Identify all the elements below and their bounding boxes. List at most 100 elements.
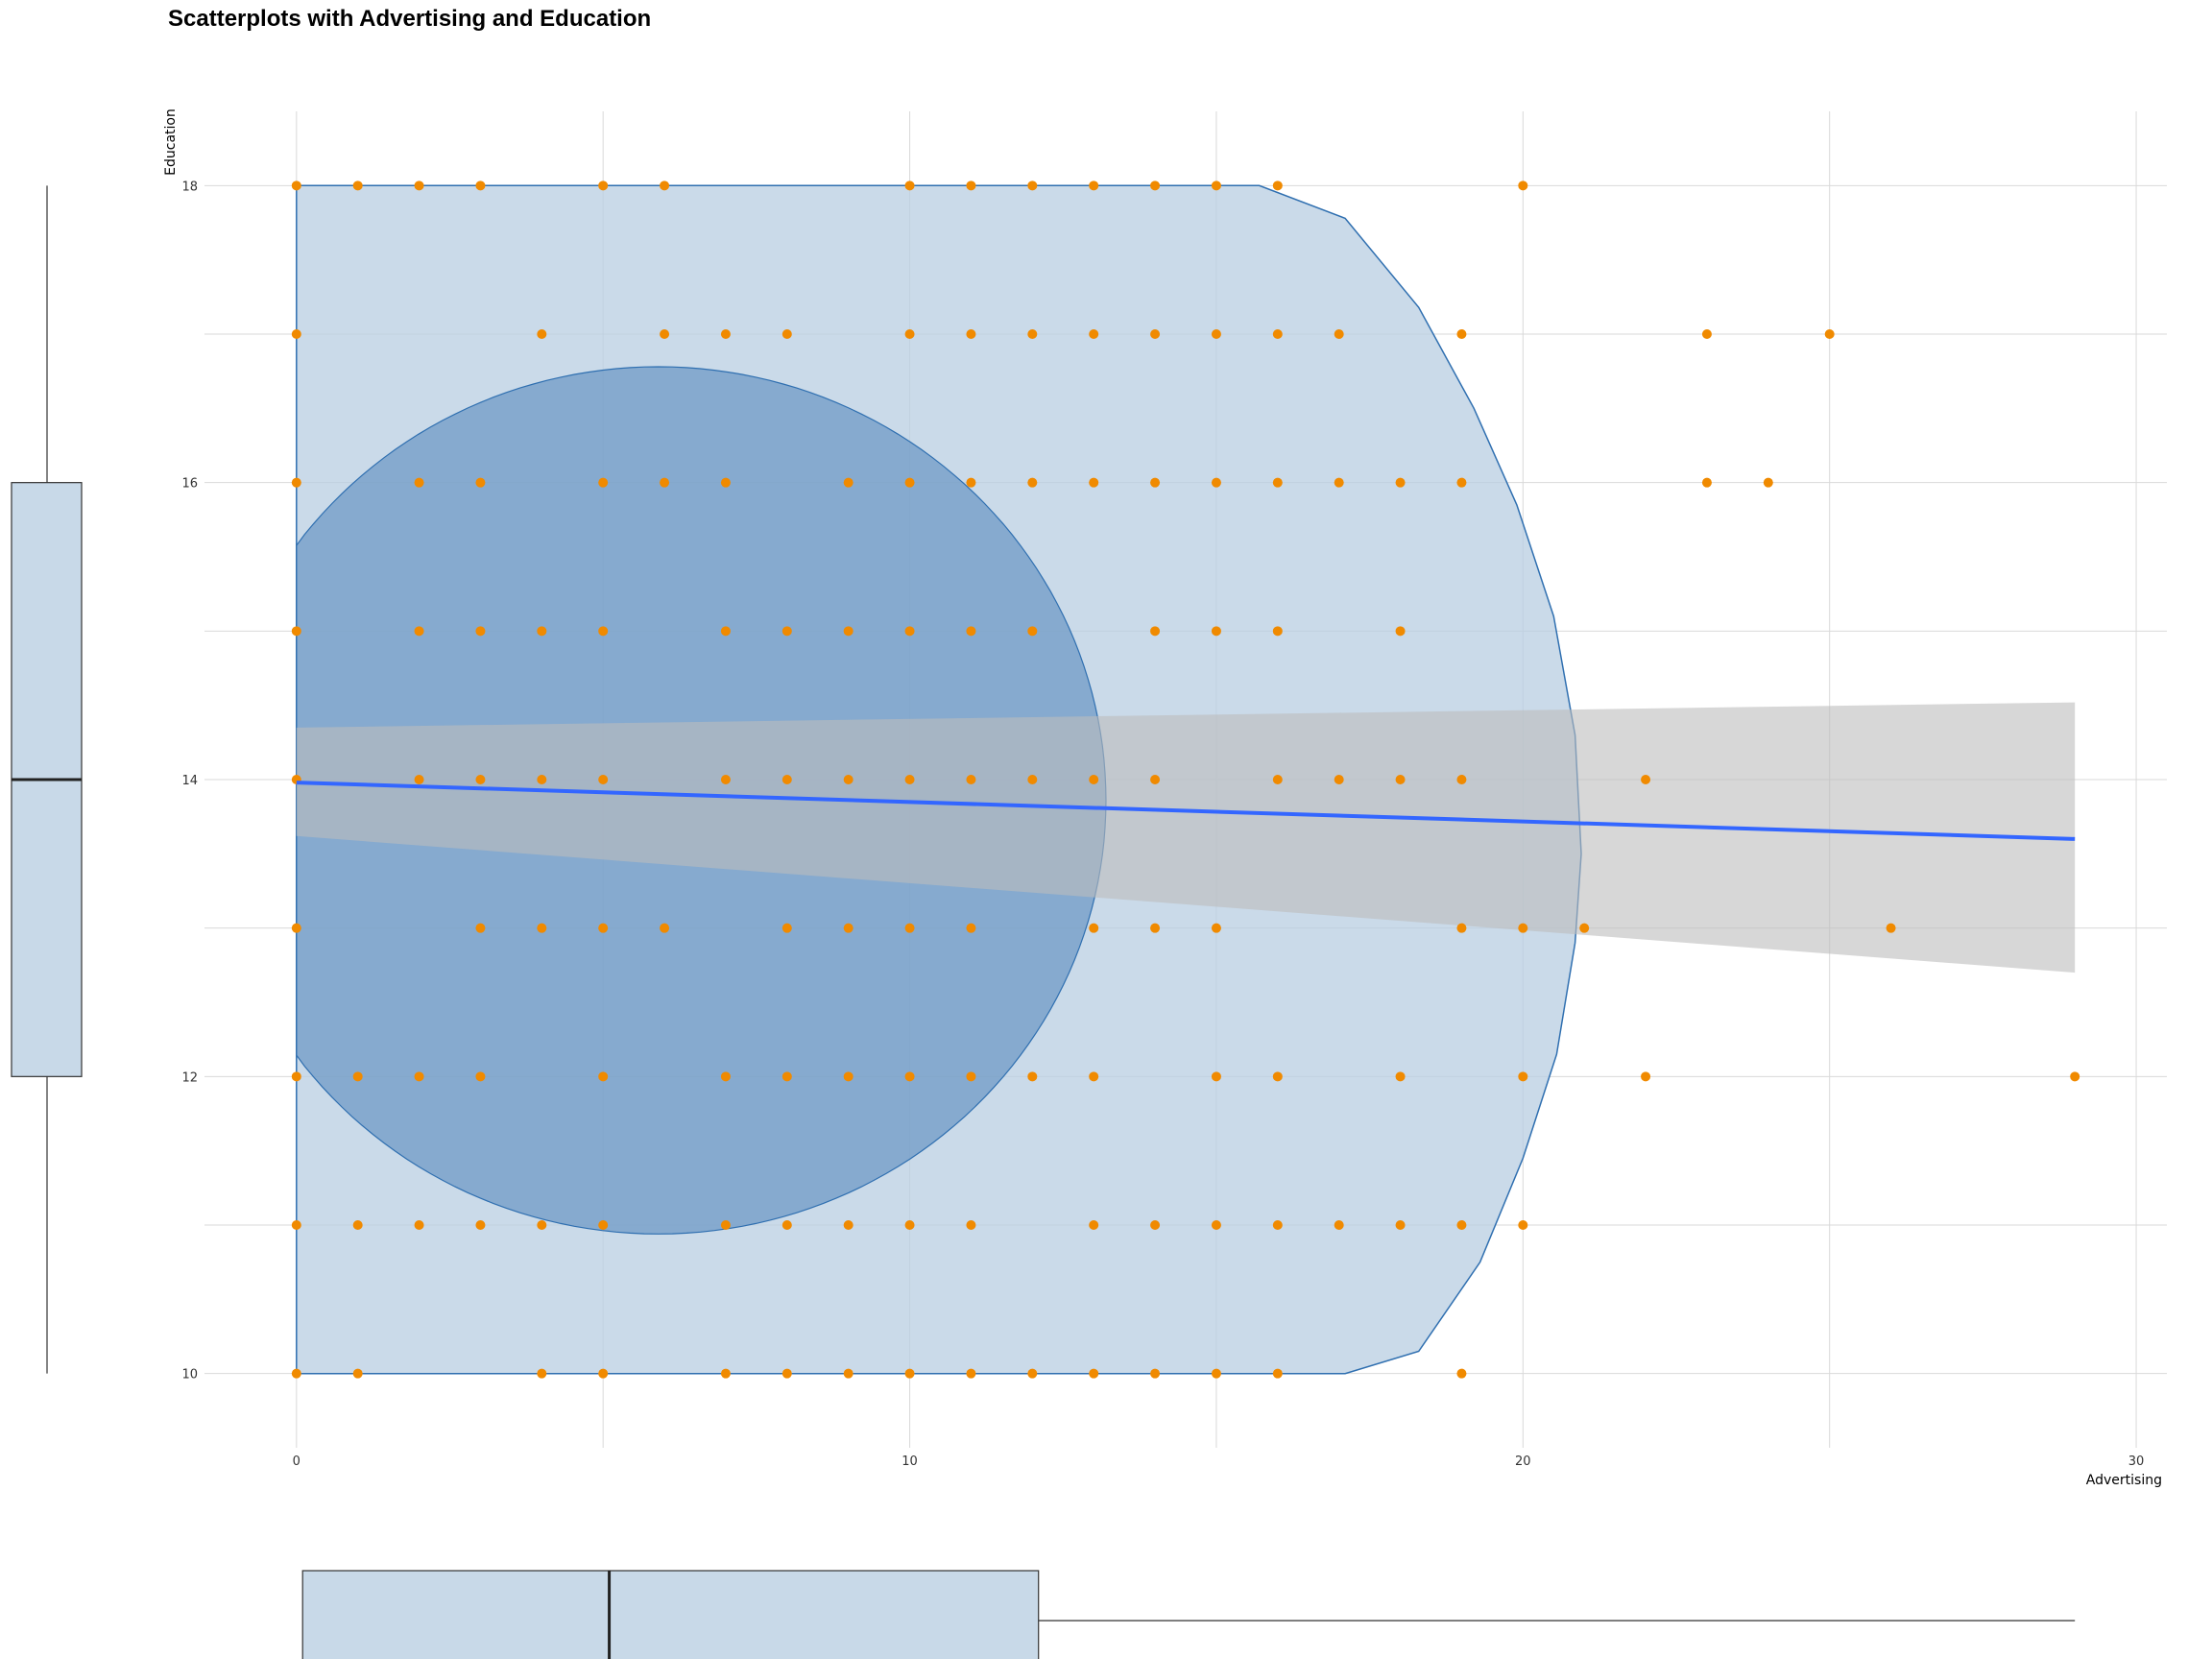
data-point xyxy=(1518,1220,1528,1230)
data-point xyxy=(660,329,670,339)
data-point xyxy=(537,923,547,933)
data-point xyxy=(781,1368,792,1379)
data-point xyxy=(414,477,424,488)
data-point xyxy=(843,1071,854,1082)
data-point xyxy=(1027,477,1038,488)
data-point xyxy=(843,775,854,784)
data-point xyxy=(1150,923,1161,933)
data-point xyxy=(966,329,976,339)
data-point xyxy=(843,1368,854,1379)
data-point xyxy=(1395,626,1406,637)
data-point xyxy=(475,775,486,784)
data-point xyxy=(414,1220,424,1230)
data-point xyxy=(291,923,301,933)
data-point xyxy=(843,1220,854,1230)
data-point xyxy=(1518,1071,1528,1082)
data-point xyxy=(1395,1071,1406,1082)
data-point xyxy=(475,180,486,191)
data-point xyxy=(1027,775,1038,784)
data-point xyxy=(291,1071,301,1082)
data-point xyxy=(414,180,424,191)
data-point xyxy=(660,180,670,191)
data-point xyxy=(904,1220,915,1230)
data-point xyxy=(1211,1368,1221,1379)
data-point xyxy=(1456,329,1467,339)
data-point xyxy=(475,626,486,637)
data-point xyxy=(1763,477,1773,488)
data-point xyxy=(291,477,301,488)
x-axis-title: Advertising xyxy=(2086,1473,2162,1488)
data-point xyxy=(904,775,915,784)
data-point xyxy=(475,1071,486,1082)
data-point xyxy=(1089,1220,1099,1230)
data-point xyxy=(291,1368,301,1379)
data-point xyxy=(1211,1220,1221,1230)
data-point xyxy=(1272,1220,1283,1230)
data-point xyxy=(660,923,670,933)
data-point xyxy=(660,477,670,488)
data-point xyxy=(291,329,301,339)
data-point xyxy=(843,477,854,488)
data-point xyxy=(1272,626,1283,637)
data-point xyxy=(781,775,792,784)
data-point xyxy=(966,626,976,637)
data-point xyxy=(966,1071,976,1082)
data-point xyxy=(1579,923,1590,933)
data-point xyxy=(1272,775,1283,784)
data-point xyxy=(904,1071,915,1082)
data-point xyxy=(904,1368,915,1379)
data-point xyxy=(352,1368,363,1379)
data-point xyxy=(598,1220,609,1230)
data-point xyxy=(414,1071,424,1082)
data-point xyxy=(966,775,976,784)
data-point xyxy=(1027,1071,1038,1082)
data-point xyxy=(720,329,731,339)
data-point xyxy=(781,1071,792,1082)
data-point xyxy=(291,626,301,637)
x-tick-label: 20 xyxy=(1515,1455,1531,1469)
x-tick-label: 10 xyxy=(902,1455,918,1469)
data-point xyxy=(475,923,486,933)
data-point xyxy=(598,477,609,488)
data-point xyxy=(1089,329,1099,339)
data-point xyxy=(598,180,609,191)
data-point xyxy=(1272,329,1283,339)
data-point xyxy=(1272,1368,1283,1379)
data-point xyxy=(1089,923,1099,933)
data-point xyxy=(1886,923,1896,933)
y-tick-label: 16 xyxy=(181,477,198,492)
data-point xyxy=(1150,477,1161,488)
data-point xyxy=(1089,1368,1099,1379)
data-point xyxy=(598,1071,609,1082)
data-point xyxy=(720,477,731,488)
data-point xyxy=(1211,626,1221,637)
data-point xyxy=(1456,775,1467,784)
data-point xyxy=(598,1368,609,1379)
data-point xyxy=(966,923,976,933)
data-point xyxy=(1272,1071,1283,1082)
data-point xyxy=(1518,923,1528,933)
chart-title: Scatterplots with Advertising and Educat… xyxy=(168,6,651,32)
data-point xyxy=(1211,477,1221,488)
data-point xyxy=(1211,923,1221,933)
data-point xyxy=(414,775,424,784)
data-point xyxy=(1456,1220,1467,1230)
data-point xyxy=(781,329,792,339)
data-point xyxy=(352,180,363,191)
data-point xyxy=(291,1220,301,1230)
x-tick-label: 30 xyxy=(2128,1455,2145,1469)
data-point xyxy=(966,180,976,191)
data-point xyxy=(598,923,609,933)
data-point xyxy=(475,477,486,488)
data-point xyxy=(475,1220,486,1230)
data-point xyxy=(1272,477,1283,488)
data-point xyxy=(904,329,915,339)
x-boxplot-box xyxy=(301,1570,1040,1659)
data-point xyxy=(966,1220,976,1230)
data-point xyxy=(904,180,915,191)
data-point xyxy=(1395,1220,1406,1230)
data-point xyxy=(1089,1071,1099,1082)
data-point xyxy=(1027,626,1038,637)
data-point xyxy=(537,626,547,637)
data-point xyxy=(1211,329,1221,339)
